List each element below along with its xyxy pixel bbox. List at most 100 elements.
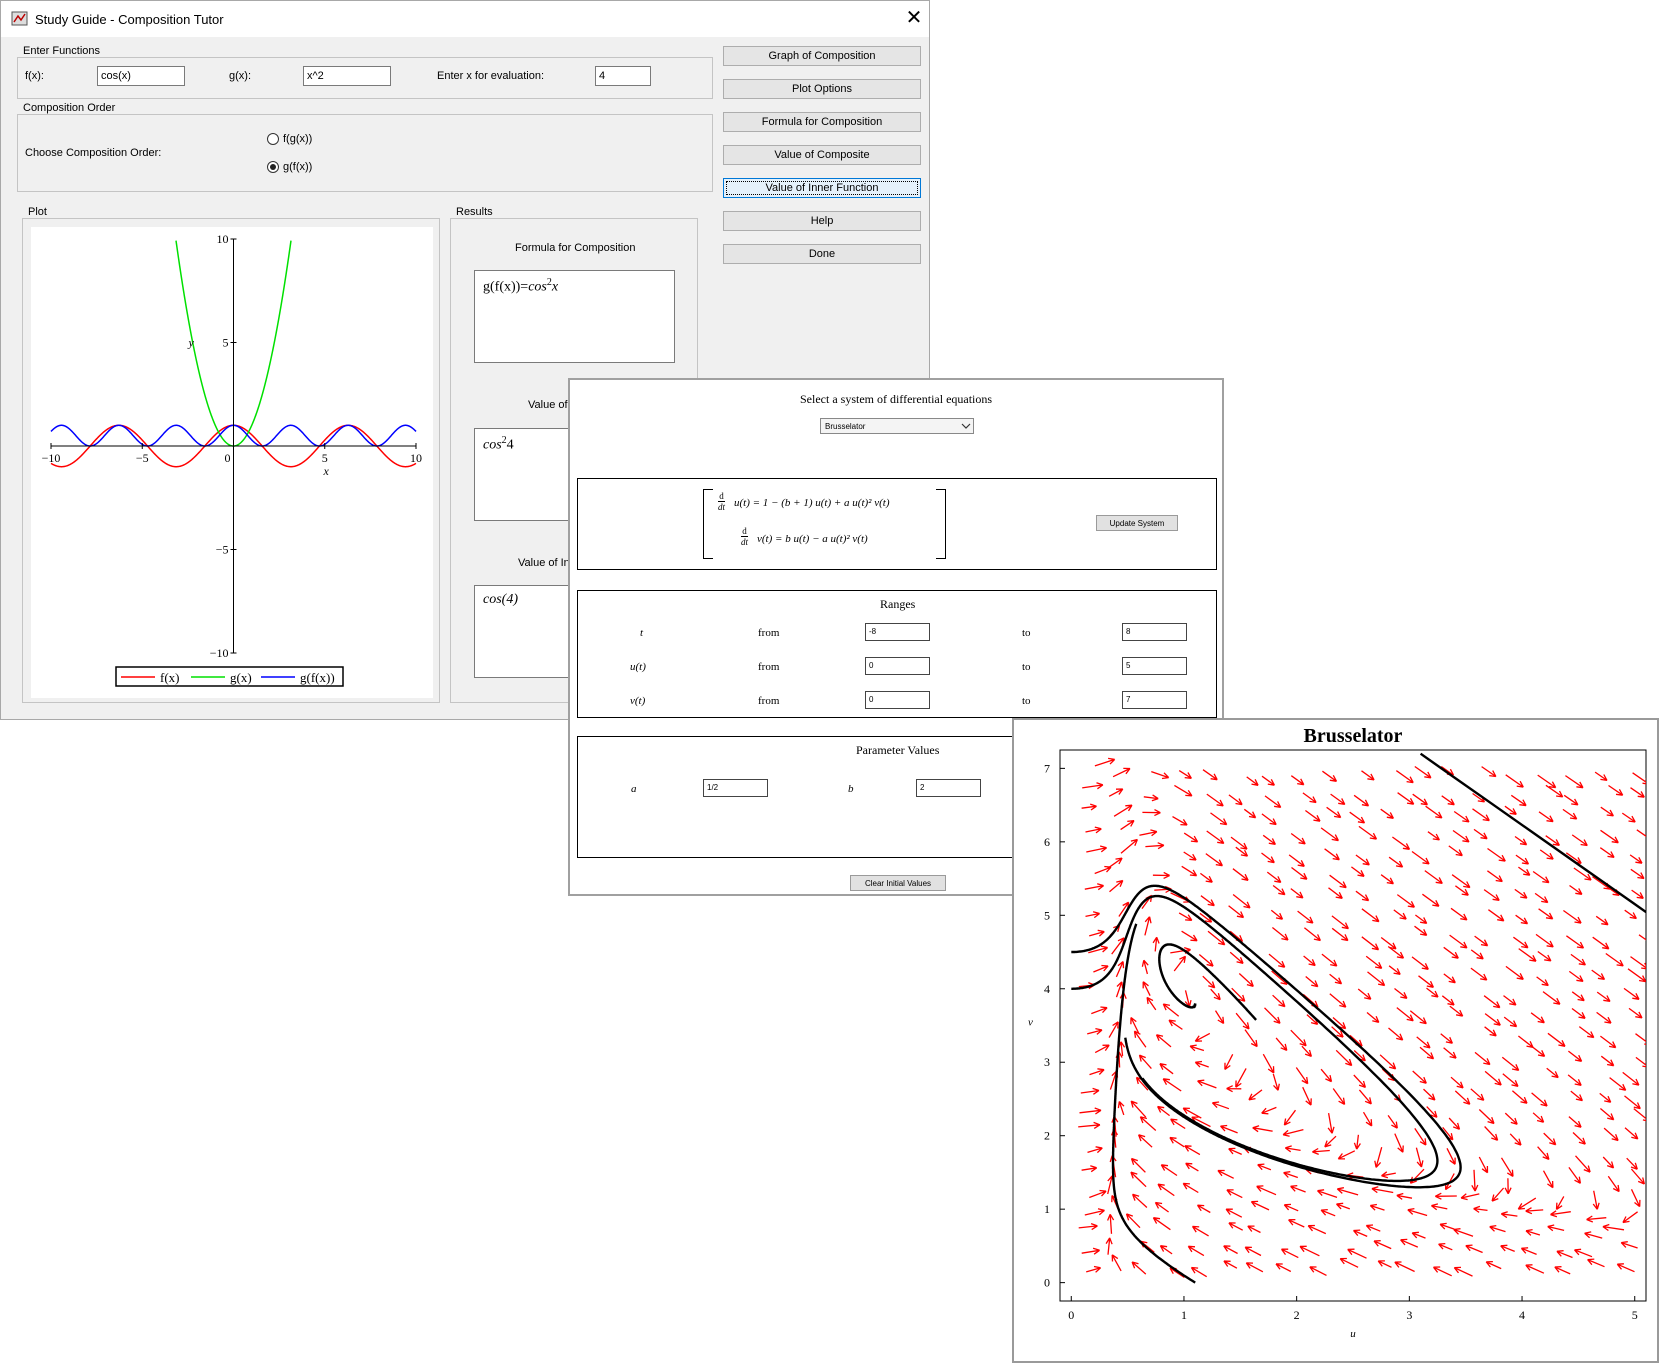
close-icon[interactable]: ✕ xyxy=(903,7,925,29)
legend-entry-2: g(f(x)) xyxy=(300,670,335,685)
window-title: Study Guide - Composition Tutor xyxy=(35,12,224,27)
range-from-t: from xyxy=(758,627,780,639)
equation-2: v(t) = b u(t) − a u(t)² v(t) xyxy=(757,533,868,545)
d-dt-1: d dt xyxy=(718,491,726,512)
title-bar: Study Guide - Composition Tutor ✕ xyxy=(1,1,929,37)
formula-result-box: g(f(x))=cos2x xyxy=(474,270,675,363)
param-b-input[interactable]: 2 xyxy=(916,779,981,797)
plot-legend: Plot xyxy=(26,206,49,218)
left-bracket xyxy=(703,489,713,559)
gx-input[interactable]: x^2 xyxy=(303,66,391,86)
range-from-u: from xyxy=(758,661,780,673)
y-tick-label-2: 2 xyxy=(1044,1129,1050,1143)
d-dt-2: d dt xyxy=(741,526,749,547)
value-composite-label: Value of xyxy=(528,399,568,411)
help-button[interactable]: Help xyxy=(723,211,921,231)
xeval-input[interactable]: 4 xyxy=(595,66,651,86)
chart-title: Brusselator xyxy=(1304,725,1403,747)
range-t-from-input[interactable]: -8 xyxy=(865,623,930,641)
y-tick-label-0: 0 xyxy=(1044,1276,1050,1290)
clear-initial-values-button[interactable]: Clear Initial Values xyxy=(850,875,946,891)
value-composite-base: cos xyxy=(483,437,502,453)
graph-of-composition-button[interactable]: Graph of Composition xyxy=(723,46,921,66)
x-tick-label-1: 1 xyxy=(1181,1308,1187,1322)
range-to-v: to xyxy=(1022,695,1031,707)
range-v-to-input[interactable]: 7 xyxy=(1122,691,1187,709)
param-a-input[interactable]: 1/2 xyxy=(703,779,768,797)
y-tick-label-4: 4 xyxy=(1044,982,1050,996)
range-t-to-input[interactable]: 8 xyxy=(1122,623,1187,641)
chevron-down-icon xyxy=(961,423,971,429)
ranges-panel: Ranges t from -8 to 8 u(t) from 0 to 5 v… xyxy=(577,590,1217,718)
xeval-label: Enter x for evaluation: xyxy=(437,70,545,82)
formula-tail: x xyxy=(551,279,559,295)
range-u-to-input[interactable]: 5 xyxy=(1122,657,1187,675)
y-tick-label-2: −5 xyxy=(216,543,229,557)
range-to-u: to xyxy=(1022,661,1031,673)
fx-input[interactable]: cos(x) xyxy=(97,66,185,86)
y-tick-label-3: −10 xyxy=(210,646,229,660)
y-tick-label-0: 10 xyxy=(217,232,229,246)
x-axis-label: u xyxy=(1350,1328,1356,1340)
parameters-title: Parameter Values xyxy=(856,743,940,757)
composition-order-legend: Composition Order xyxy=(21,102,118,114)
radio-gfx-label: g(f(x)) xyxy=(283,161,313,173)
gx-label: g(x): xyxy=(229,70,251,82)
value-of-composite-button[interactable]: Value of Composite xyxy=(723,145,921,165)
x-tick-label-2: 0 xyxy=(225,451,231,465)
composition-order-label: Choose Composition Order: xyxy=(25,147,162,159)
radio-fgx[interactable] xyxy=(267,133,279,145)
range-u-from-input[interactable]: 0 xyxy=(865,657,930,675)
y-tick-label-1: 1 xyxy=(1044,1202,1050,1216)
range-var-u: u(t) xyxy=(630,661,646,673)
update-system-button[interactable]: Update System xyxy=(1096,515,1178,531)
x-tick-label-3: 3 xyxy=(1406,1308,1412,1322)
x-tick-label-5: 5 xyxy=(1632,1308,1638,1322)
select-system-heading: Select a system of differential equation… xyxy=(800,392,993,406)
x-tick-label-1: −5 xyxy=(136,451,149,465)
plot-options-button[interactable]: Plot Options xyxy=(723,79,921,99)
fx-label: f(x): xyxy=(25,70,44,82)
done-button[interactable]: Done xyxy=(723,244,921,264)
right-bracket xyxy=(936,489,946,559)
equations-panel: d dt u(t) = 1 − (b + 1) u(t) + a u(t)² v… xyxy=(577,478,1217,570)
value-inner-label: Value of In xyxy=(518,557,570,569)
app-icon xyxy=(11,11,28,26)
range-to-t: to xyxy=(1022,627,1031,639)
value-of-inner-function-button[interactable]: Value of Inner Function xyxy=(723,178,921,198)
legend-entry-1: g(x) xyxy=(230,670,252,685)
range-var-v: v(t) xyxy=(630,695,646,707)
formula-lhs: g(f(x))= xyxy=(483,279,529,295)
y-axis-label: y xyxy=(188,336,195,350)
composition-plot: −10 −5 0 5 10 10 5 −5 −10 x y f(x) g(x) g(f(x)) xyxy=(31,227,433,698)
value-inner-value: cos(4) xyxy=(483,592,518,607)
param-b-label: b xyxy=(848,783,854,795)
y-tick-label-5: 5 xyxy=(1044,908,1050,922)
x-axis-label: x xyxy=(323,464,330,478)
equation-1: u(t) = 1 − (b + 1) u(t) + a u(t)² v(t) xyxy=(734,497,890,509)
x-tick-label-3: 5 xyxy=(322,451,328,465)
brusselator-plot: Brusselator 0 1 2 3 4 5 0 1 2 3 4 5 6 7 u v xyxy=(1014,720,1657,1361)
range-v-from-input[interactable]: 0 xyxy=(865,691,930,709)
range-from-v: from xyxy=(758,695,780,707)
x-tick-label-0: −10 xyxy=(42,451,61,465)
range-var-t: t xyxy=(640,627,644,639)
x-tick-label-2: 2 xyxy=(1294,1308,1300,1322)
x-tick-label-4: 10 xyxy=(410,451,422,465)
radio-fgx-label: f(g(x)) xyxy=(283,133,313,145)
y-tick-label-3: 3 xyxy=(1044,1055,1050,1069)
formula-rhs: cos xyxy=(528,279,547,295)
x-tick-label-0: 0 xyxy=(1068,1308,1074,1322)
system-dropdown[interactable]: Brusselator xyxy=(820,418,974,434)
formula-for-composition-label: Formula for Composition xyxy=(515,242,636,254)
plot-background xyxy=(31,227,433,698)
ranges-title: Ranges xyxy=(880,597,916,611)
y-tick-label-6: 6 xyxy=(1044,835,1050,849)
formula-for-composition-button[interactable]: Formula for Composition xyxy=(723,112,921,132)
brusselator-plot-window: Brusselator 0 1 2 3 4 5 0 1 2 3 4 5 6 7 u v xyxy=(1012,718,1659,1363)
radio-gfx[interactable] xyxy=(267,161,279,173)
enter-functions-legend: Enter Functions xyxy=(21,45,103,57)
x-tick-label-4: 4 xyxy=(1519,1308,1525,1322)
value-composite-tail: 4 xyxy=(506,437,514,453)
plot-legend-box: f(x) g(x) g(f(x)) xyxy=(115,666,344,687)
